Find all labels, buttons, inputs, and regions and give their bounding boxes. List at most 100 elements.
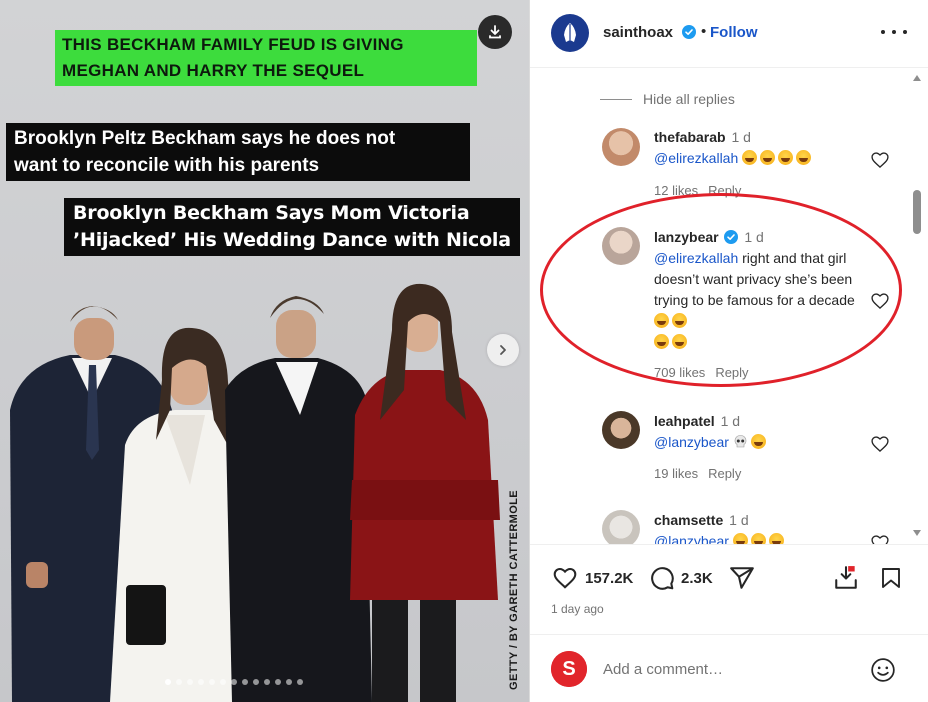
download-icon: [489, 25, 501, 39]
commenter-avatar[interactable]: [602, 227, 640, 265]
hide-replies-button[interactable]: Hide all replies: [600, 91, 735, 107]
comment-username[interactable]: leahpatel: [654, 413, 715, 429]
headline-line-1: THIS BECKHAM FAMILY FEUD IS GIVING: [62, 35, 404, 54]
like-button[interactable]: 157.2K: [551, 565, 633, 591]
like-comment-heart-icon[interactable]: [870, 150, 890, 170]
comment-likes[interactable]: 12 likes: [654, 183, 698, 198]
carousel-dot: [176, 679, 182, 685]
laughing-emoji: [654, 334, 669, 349]
comment-body: chamsette 1 d @lanzybear: [654, 510, 864, 544]
caption-wedding-dance: Brooklyn Beckham Says Mom Victoria ’Hija…: [64, 198, 520, 256]
comment-body: thefabarab 1 d @elirezkallah: [654, 127, 864, 169]
emoji-group: [742, 150, 814, 166]
download-button[interactable]: [478, 15, 512, 49]
carousel-next-button[interactable]: [487, 334, 519, 366]
like-comment-heart-icon[interactable]: [870, 434, 890, 454]
carousel-dot: [242, 679, 248, 685]
carousel-dot: [165, 679, 171, 685]
laughing-emoji: [732, 533, 748, 544]
laughing-emoji: [768, 533, 784, 544]
scroll-up-arrow-icon[interactable]: [913, 75, 921, 81]
scroll-thumb[interactable]: [913, 190, 921, 234]
comment-username[interactable]: thefabarab: [654, 129, 726, 145]
bookmark-button[interactable]: [879, 565, 903, 591]
verified-badge-icon: [724, 230, 739, 244]
post-side-panel: sainthoax • Follow Hide all replies thef…: [529, 0, 928, 702]
like-comment-heart-icon[interactable]: [870, 533, 890, 544]
caption-reconcile: Brooklyn Peltz Beckham says he does not …: [6, 123, 470, 181]
carousel-dot: [231, 679, 237, 685]
reply-button[interactable]: Reply: [708, 466, 741, 481]
reply-button[interactable]: Reply: [708, 183, 741, 198]
laughing-emoji: [672, 334, 687, 349]
comment-likes[interactable]: 19 likes: [654, 466, 698, 481]
carousel-dot: [220, 679, 226, 685]
add-comment-bar: S: [530, 634, 928, 702]
caption-1-line-1: Brooklyn Peltz Beckham says he does not: [14, 128, 396, 149]
follow-button[interactable]: Follow: [710, 24, 758, 41]
carousel-dot: [198, 679, 204, 685]
more-options-button[interactable]: [881, 22, 907, 42]
person-4: [350, 283, 500, 702]
emoji-group: [732, 533, 787, 544]
comment-time: 1 d: [720, 413, 741, 429]
comment-username[interactable]: chamsette: [654, 512, 723, 528]
emoji-picker-icon[interactable]: [870, 657, 896, 683]
laughing-emoji: [750, 533, 766, 544]
likes-count: 157.2K: [585, 569, 634, 587]
headline-banner: THIS BECKHAM FAMILY FEUD IS GIVING MEGHA…: [55, 30, 477, 86]
skull-emoji: [734, 435, 747, 448]
like-comment-heart-icon[interactable]: [870, 291, 890, 311]
hide-replies-label: Hide all replies: [643, 91, 735, 107]
photo-credit: GETTY / BY GARETH CATTERMOLE: [508, 489, 520, 690]
commenter-avatar[interactable]: [602, 411, 640, 449]
carousel-dot: [297, 679, 303, 685]
post-timestamp[interactable]: 1 day ago: [551, 602, 604, 616]
current-user-avatar[interactable]: S: [551, 651, 587, 687]
comment-username[interactable]: lanzybear: [654, 229, 719, 245]
chevron-right-icon: [500, 345, 506, 355]
carousel-dot: [264, 679, 270, 685]
reply-button[interactable]: Reply: [715, 365, 748, 380]
laughing-emoji: [742, 150, 758, 165]
scroll-down-arrow-icon[interactable]: [913, 530, 921, 536]
commenter-avatar[interactable]: [602, 128, 640, 166]
post-author-username[interactable]: sainthoax: [603, 24, 673, 41]
comment-button[interactable]: 2.3K: [649, 565, 713, 591]
family-photo: [10, 283, 500, 702]
verified-badge-icon: [682, 25, 696, 39]
add-comment-input[interactable]: [603, 657, 853, 681]
laughing-emoji: [672, 313, 687, 328]
comment-meta: 19 likes Reply: [654, 466, 741, 481]
post-header: sainthoax • Follow: [530, 0, 928, 68]
comment-mention[interactable]: @elirezkallah: [654, 250, 738, 266]
laughing-emoji: [654, 313, 669, 328]
save-download-button[interactable]: [833, 565, 859, 591]
share-button[interactable]: [729, 565, 755, 591]
rofl-emoji: [750, 434, 766, 449]
comment-meta: 709 likes Reply: [654, 365, 749, 380]
commenter-avatar[interactable]: [602, 510, 640, 544]
more-dot: [892, 30, 896, 34]
comments-scrollbar[interactable]: [910, 70, 924, 544]
account-avatar[interactable]: [551, 14, 589, 52]
comment-mention[interactable]: @lanzybear: [654, 533, 729, 544]
comment-icon: [651, 567, 674, 590]
comment-mention[interactable]: @lanzybear: [654, 434, 729, 450]
carousel-dot: [275, 679, 281, 685]
comment-likes[interactable]: 709 likes: [654, 365, 705, 380]
s-logo-icon: S: [551, 651, 587, 687]
more-dot: [881, 30, 885, 34]
comment-body: leahpatel 1 d @lanzybear: [654, 411, 864, 453]
header-separator: •: [701, 23, 707, 40]
headline-line-2: MEGHAN AND HARRY THE SEQUEL: [62, 61, 365, 80]
post-actions: 157.2K 2.3K 1 day ago: [530, 544, 928, 634]
laughing-emoji: [796, 150, 812, 165]
caption-2-line-1: Brooklyn Beckham Says Mom Victoria: [73, 202, 470, 224]
comment-mention[interactable]: @elirezkallah: [654, 150, 738, 166]
comment-time: 1 d: [731, 129, 751, 145]
bookmark-icon: [882, 568, 900, 588]
replies-line: [600, 98, 632, 100]
comment-body: lanzybear 1 d @elirezkallah right and th…: [654, 227, 864, 353]
comment-meta: 12 likes Reply: [654, 183, 741, 198]
